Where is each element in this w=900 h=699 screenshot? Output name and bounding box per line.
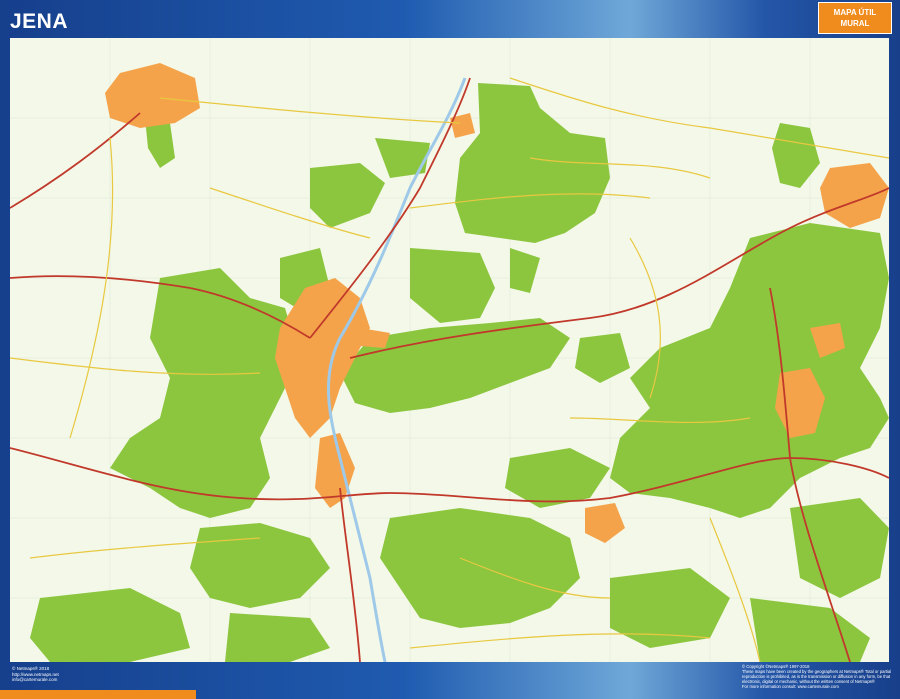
badge-line2: MURAL	[819, 18, 891, 29]
badge-line1: MAPA ÚTIL	[819, 7, 891, 18]
forest-south-2	[610, 568, 730, 648]
forest-west-2	[375, 138, 430, 178]
footer-right: © Copyright ©Netmaps® 1997-2018 These ma…	[742, 664, 892, 689]
map-title: JENA	[10, 10, 68, 34]
town-south	[585, 503, 625, 543]
forest-se	[790, 498, 889, 598]
map-canvas	[10, 38, 889, 662]
forest-southwest	[225, 613, 330, 662]
forest-sw	[190, 523, 330, 608]
brand-badge[interactable]: MAPA ÚTIL MURAL	[818, 2, 892, 34]
forest-center-2	[410, 248, 495, 323]
town-ne	[820, 163, 889, 228]
map-area[interactable]	[10, 38, 889, 662]
highway-nw	[10, 113, 140, 208]
forest-south-3	[30, 588, 190, 662]
forest-center-3	[510, 248, 540, 293]
town-mid	[360, 328, 390, 348]
footer-left: © Netmaps® 2018 http://www.netmaps.net i…	[12, 666, 59, 683]
forest-se-2	[750, 598, 870, 662]
forest-east-big	[610, 223, 889, 518]
footer-right-line5: For more information consult: www.cartem…	[742, 684, 892, 689]
forest-west-big	[110, 268, 300, 518]
highway-south	[340, 488, 360, 662]
forest-east-mid	[575, 333, 630, 383]
footer-email-link[interactable]: info@cartemurale.com	[12, 677, 59, 683]
forest-ne	[772, 123, 820, 188]
forest-west-1	[310, 163, 385, 228]
footer-accent-strip	[0, 690, 196, 699]
